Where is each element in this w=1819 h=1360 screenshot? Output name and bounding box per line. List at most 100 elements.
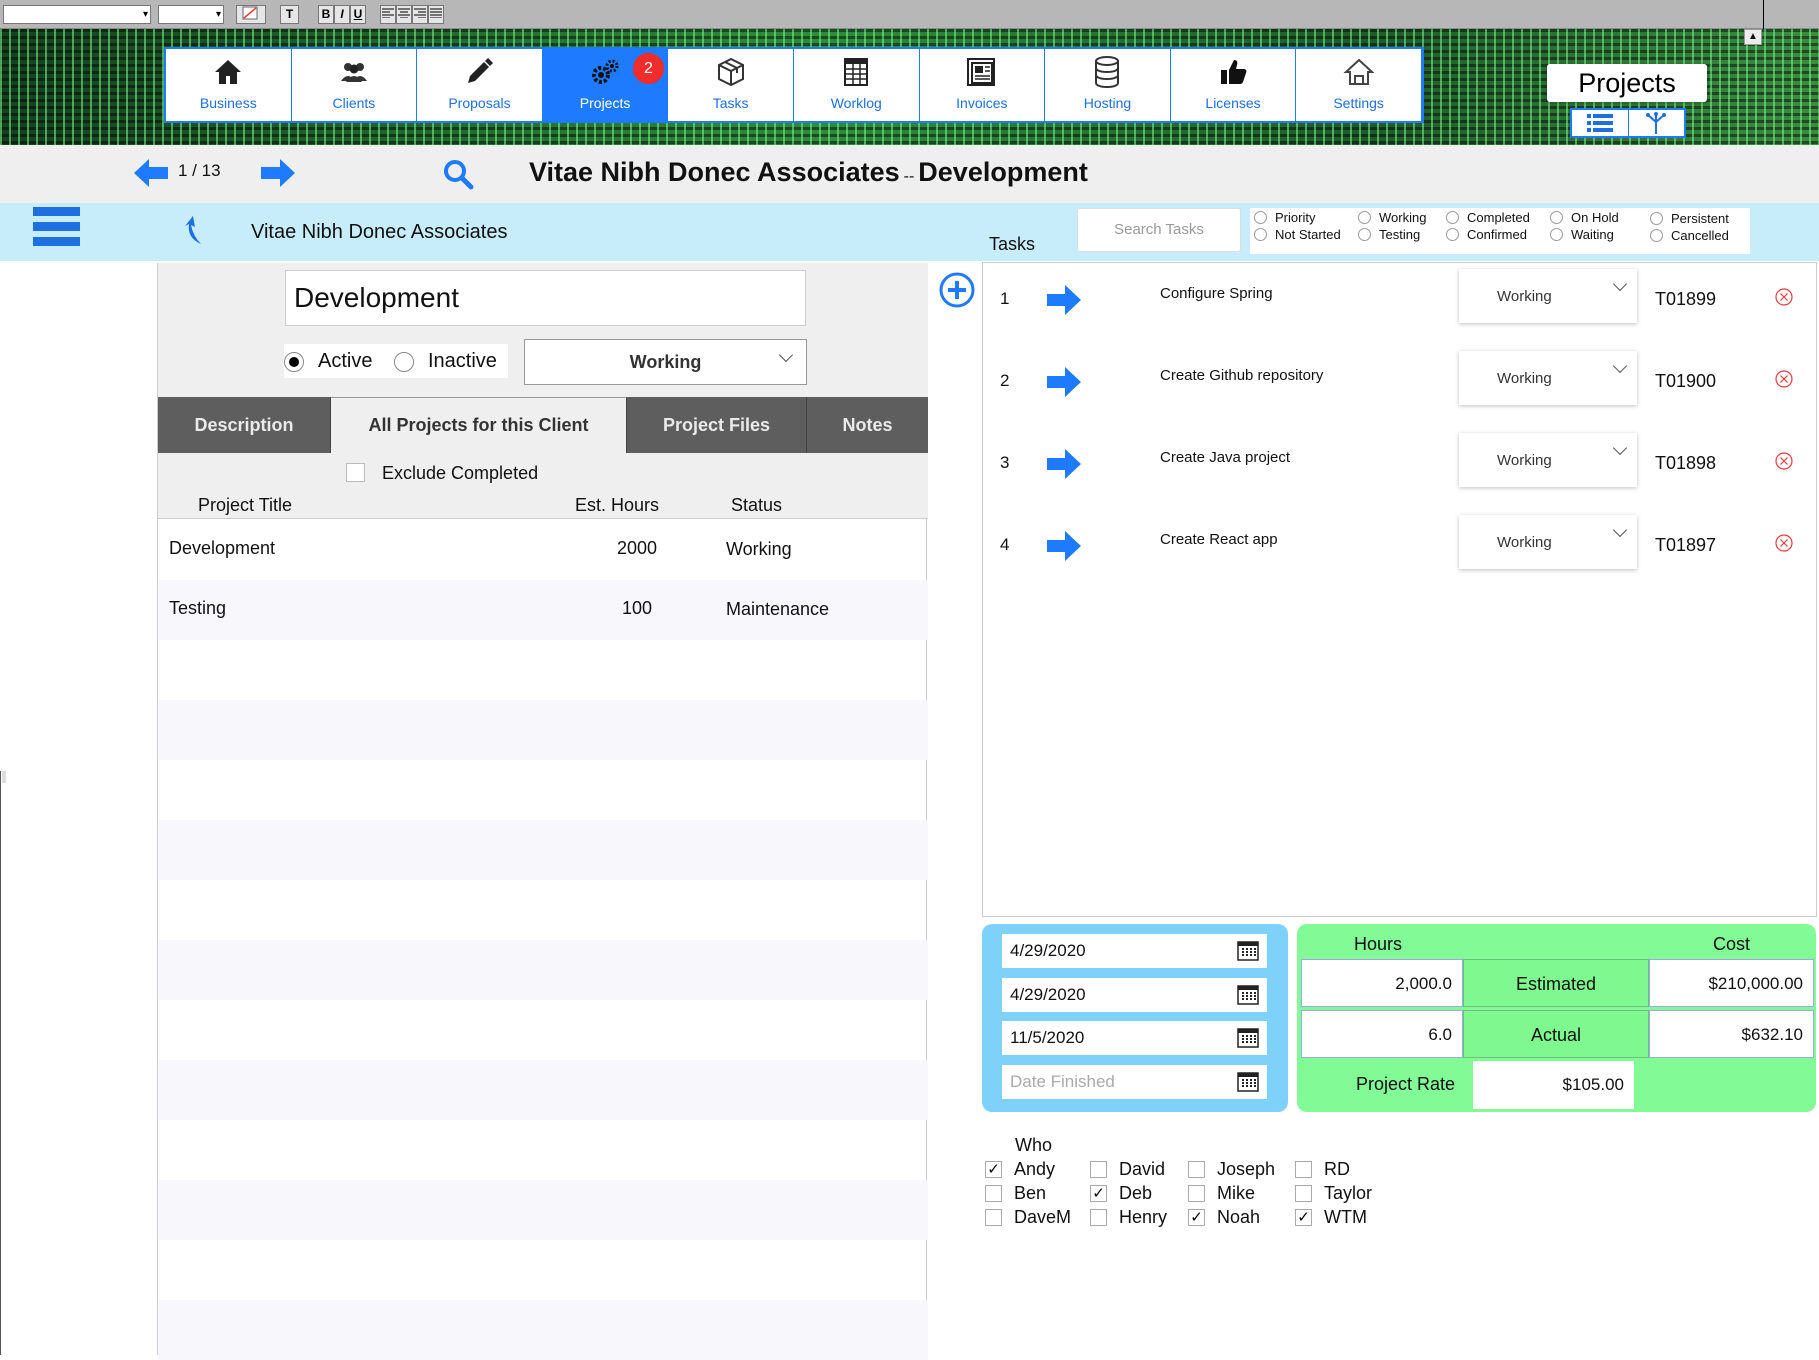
who-joseph[interactable]: Joseph	[1188, 1159, 1275, 1180]
font-size-select[interactable]	[158, 5, 224, 24]
filter-radio[interactable]	[1550, 211, 1563, 224]
table-row[interactable]: Testing 100 Maintenance	[158, 580, 928, 640]
estimated-cost-field[interactable]: $210,000.00	[1649, 959, 1814, 1007]
who-henry[interactable]: Henry	[1090, 1207, 1167, 1228]
estimated-hours-field[interactable]: 2,000.0	[1301, 959, 1463, 1007]
due-date-field[interactable]: 4/29/2020	[1002, 978, 1267, 1012]
open-task-arrow-icon[interactable]	[1045, 365, 1083, 399]
radio-circle[interactable]	[394, 351, 414, 372]
checkbox[interactable]	[1295, 1185, 1312, 1202]
back-to-client-icon[interactable]	[181, 214, 205, 246]
hamburger-menu-icon[interactable]	[33, 207, 80, 253]
nav-invoices[interactable]: Invoices	[920, 49, 1046, 121]
who-davem[interactable]: DaveM	[985, 1207, 1071, 1228]
open-task-arrow-icon[interactable]	[1045, 283, 1083, 317]
actual-cost-field[interactable]: $632.10	[1649, 1010, 1814, 1058]
scroll-up-button[interactable]: ▲	[1744, 29, 1762, 45]
nav-hosting[interactable]: Hosting	[1045, 49, 1171, 121]
filter-radio[interactable]	[1446, 211, 1459, 224]
active-radio[interactable]: Active	[284, 350, 372, 373]
task-row[interactable]: 1 Configure Spring Working T01899	[983, 267, 1818, 349]
checkbox[interactable]	[985, 1185, 1002, 1202]
filter-persistent[interactable]: Persistent	[1650, 211, 1729, 226]
tab-all-projects[interactable]: All Projects for this Client	[331, 397, 627, 453]
who-ben[interactable]: Ben	[985, 1183, 1046, 1204]
justify-button[interactable]	[428, 5, 444, 24]
underline-button[interactable]: U	[350, 5, 366, 24]
align-right-button[interactable]	[412, 5, 428, 24]
tab-notes[interactable]: Notes	[807, 397, 928, 453]
filter-cancelled[interactable]: Cancelled	[1650, 228, 1729, 243]
delete-task-icon[interactable]	[1774, 533, 1794, 553]
nav-settings[interactable]: Settings	[1296, 49, 1422, 121]
client-name[interactable]: Vitae Nibh Donec Associates	[251, 221, 507, 244]
checkbox[interactable]	[985, 1209, 1002, 1226]
delete-task-icon[interactable]	[1774, 287, 1794, 307]
list-view-button[interactable]	[1572, 110, 1629, 136]
nav-tasks[interactable]: Tasks	[668, 49, 794, 121]
who-andy[interactable]: ✓ Andy	[985, 1159, 1055, 1180]
delete-task-icon[interactable]	[1774, 451, 1794, 471]
delete-task-icon[interactable]	[1774, 369, 1794, 389]
filter-waiting[interactable]: Waiting	[1550, 227, 1614, 242]
calendar-icon[interactable]	[1237, 941, 1259, 961]
checkbox[interactable]	[1188, 1185, 1205, 1202]
checkbox[interactable]: ✓	[1090, 1185, 1107, 1202]
search-icon[interactable]	[442, 158, 474, 190]
align-center-button[interactable]	[396, 5, 412, 24]
radio-circle[interactable]	[284, 351, 304, 372]
who-rd[interactable]: RD	[1295, 1159, 1350, 1180]
calendar-icon[interactable]	[1237, 1028, 1259, 1048]
task-status-select[interactable]: Working	[1459, 351, 1637, 405]
previous-record-arrow-icon[interactable]	[132, 157, 170, 189]
project-status-select[interactable]: Working	[524, 339, 807, 385]
project-name-field[interactable]: Development	[285, 270, 806, 326]
filter-working[interactable]: Working	[1358, 210, 1426, 225]
filter-radio[interactable]	[1550, 228, 1563, 241]
filter-radio[interactable]	[1254, 211, 1267, 224]
task-status-select[interactable]: Working	[1459, 269, 1637, 323]
task-row[interactable]: 2 Create Github repository Working T0190…	[983, 349, 1818, 431]
checkbox[interactable]: ✓	[985, 1161, 1002, 1178]
nav-proposals[interactable]: Proposals	[417, 49, 543, 121]
nav-licenses[interactable]: Licenses	[1171, 49, 1297, 121]
open-task-arrow-icon[interactable]	[1045, 447, 1083, 481]
tab-project-files[interactable]: Project Files	[627, 397, 807, 453]
filter-radio[interactable]	[1254, 228, 1267, 241]
who-wtm[interactable]: ✓ WTM	[1295, 1207, 1367, 1228]
calendar-icon[interactable]	[1237, 985, 1259, 1005]
checkbox[interactable]	[1090, 1209, 1107, 1226]
italic-button[interactable]: I	[334, 5, 350, 24]
table-row[interactable]: Development 2000 Working	[158, 520, 928, 580]
filter-radio[interactable]	[1650, 212, 1663, 225]
nav-worklog[interactable]: Worklog	[794, 49, 920, 121]
inactive-radio[interactable]: Inactive	[394, 350, 497, 373]
actual-hours-field[interactable]: 6.0	[1301, 1010, 1463, 1058]
task-status-select[interactable]: Working	[1459, 515, 1637, 569]
tree-view-button[interactable]	[1629, 110, 1685, 136]
filter-radio[interactable]	[1358, 228, 1371, 241]
start-date-field[interactable]: 4/29/2020	[1002, 934, 1267, 968]
who-mike[interactable]: Mike	[1188, 1183, 1255, 1204]
who-david[interactable]: David	[1090, 1159, 1165, 1180]
filter-priority[interactable]: Priority	[1254, 210, 1315, 225]
target-date-field[interactable]: 11/5/2020	[1002, 1021, 1267, 1055]
filter-testing[interactable]: Testing	[1358, 227, 1420, 242]
filter-radio[interactable]	[1446, 228, 1459, 241]
who-deb[interactable]: ✓ Deb	[1090, 1183, 1152, 1204]
checkbox[interactable]: ✓	[1295, 1209, 1312, 1226]
nav-clients[interactable]: Clients	[292, 49, 418, 121]
checkbox[interactable]	[1090, 1161, 1107, 1178]
open-task-arrow-icon[interactable]	[1045, 529, 1083, 563]
tab-description[interactable]: Description	[158, 397, 331, 453]
checkbox[interactable]: ✓	[1188, 1209, 1205, 1226]
calendar-icon[interactable]	[1237, 1072, 1259, 1092]
task-search-input[interactable]: Search Tasks	[1077, 208, 1241, 252]
filter-completed[interactable]: Completed	[1446, 210, 1530, 225]
project-rate-field[interactable]: $105.00	[1473, 1061, 1634, 1109]
task-row[interactable]: 3 Create Java project Working T01898	[983, 431, 1818, 513]
task-status-select[interactable]: Working	[1459, 433, 1637, 487]
filter-confirmed[interactable]: Confirmed	[1446, 227, 1527, 242]
date-finished-field[interactable]: Date Finished	[1002, 1065, 1267, 1099]
who-taylor[interactable]: Taylor	[1295, 1183, 1372, 1204]
